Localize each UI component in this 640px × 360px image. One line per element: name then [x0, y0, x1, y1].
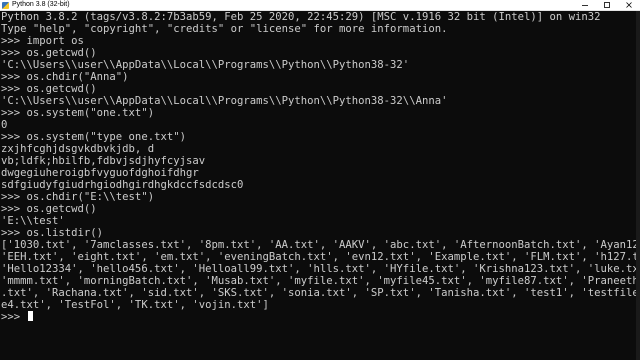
console-line: Python 3.8.2 (tags/v3.8.2:7b3ab59, Feb 2… [1, 11, 601, 23]
vertical-scrollbar[interactable] [636, 11, 640, 360]
maximize-button[interactable] [596, 0, 618, 10]
console-line: 'E:\\test' [1, 215, 65, 227]
console-line: 'EEH.txt', 'eight.txt', 'em.txt', 'eveni… [1, 251, 640, 263]
python-app-icon [2, 1, 9, 9]
console-line: dwgegiuheroigbfvyguofdghoifdhgr [1, 167, 199, 179]
console-line: Type "help", "copyright", "credits" or "… [1, 23, 448, 35]
python-console-window: Python 3.8 (32-bit) Python 3.8.2 (tags/v… [0, 0, 640, 360]
console-line: 'mmmm.txt', 'morningBatch.txt', 'Musab.t… [1, 275, 640, 287]
window-controls [574, 0, 640, 10]
console-line: >>> os.system("one.txt") [1, 107, 155, 119]
console-line: >>> os.getcwd() [1, 47, 97, 59]
console-line: zxjhfcghjdsgvkdbvkjdb, d [1, 143, 155, 155]
console-line: 0 [1, 119, 8, 131]
console-line: sdfgiudyfgiudrhgiodhgirdhgkdccfsdcdsc0 [1, 179, 244, 191]
close-button[interactable] [618, 0, 640, 10]
console-line: 'Hello12334', 'hello456.txt', 'Helloall9… [1, 263, 640, 275]
console-line: >>> os.system("type one.txt") [1, 131, 186, 143]
minimize-icon [582, 5, 588, 6]
console-line: .txt', 'Rachana.txt', 'sid.txt', 'SKS.tx… [1, 287, 640, 299]
console-line: >>> os.chdir("E:\\test") [1, 191, 155, 203]
console-line: >>> os.getcwd() [1, 203, 97, 215]
prompt-text: >>> [1, 311, 27, 323]
text-cursor [27, 311, 33, 321]
console-line: >>> os.listdir() [1, 227, 104, 239]
prompt-line[interactable]: >>> [0, 311, 640, 323]
console-line: 'C:\\Users\\user\\AppData\\Local\\Progra… [1, 59, 410, 71]
console-output[interactable]: Python 3.8.2 (tags/v3.8.2:7b3ab59, Feb 2… [0, 11, 640, 360]
minimize-button[interactable] [574, 0, 596, 10]
console-line: >>> import os [1, 35, 84, 47]
console-line: e4.txt', 'TestFol', 'TK.txt', 'vojin.txt… [1, 299, 269, 311]
maximize-icon [604, 2, 610, 8]
console-line: vb;ldfk;hbilfb,fdbvjsdjhyfcyjsav [1, 155, 206, 167]
console-line: 'C:\\Users\\user\\AppData\\Local\\Progra… [1, 95, 448, 107]
window-title: Python 3.8 (32-bit) [12, 1, 70, 8]
title-bar[interactable]: Python 3.8 (32-bit) [0, 0, 640, 11]
console-line: ['1030.txt', '7amclasses.txt', '8pm.txt'… [1, 239, 640, 251]
close-icon [626, 2, 632, 8]
console-line: >>> os.getcwd() [1, 83, 97, 95]
console-line: >>> os.chdir("Anna") [1, 71, 129, 83]
